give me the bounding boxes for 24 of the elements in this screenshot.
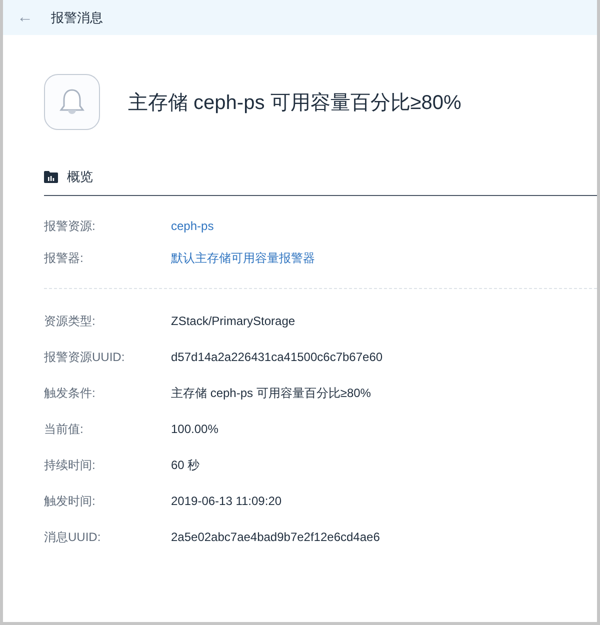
field-label: 报警资源UUID:	[44, 348, 126, 366]
field-label: 资源类型:	[44, 312, 96, 330]
field-label: 消息UUID:	[44, 528, 102, 546]
field-label: 触发条件:	[44, 384, 96, 402]
alert-title: 主存储 ceph-ps 可用容量百分比≥80%	[128, 90, 462, 116]
field-label: 报警资源:	[44, 218, 96, 234]
field-value: d57d14a2a226431ca41500c6c7b67e60	[171, 350, 383, 364]
section-title: 概览	[67, 168, 93, 186]
field-value: 2019-06-13 11:09:20	[171, 494, 282, 508]
value-link[interactable]: ceph-ps	[171, 219, 214, 233]
field-value: ZStack/PrimaryStorage	[171, 314, 296, 328]
field-label: 当前值:	[44, 420, 84, 438]
field-value: 2a5e02abc7ae4bad9b7e2f12e6cd4ae6	[171, 530, 380, 544]
bell-icon	[44, 74, 100, 130]
back-button[interactable]: ←	[13, 8, 37, 26]
field-value: 60 秒	[171, 456, 200, 474]
field-value: 主存储 ceph-ps 可用容量百分比≥80%	[171, 384, 371, 402]
field-label: 报警器:	[44, 250, 84, 266]
page-title: 报警消息	[51, 8, 103, 26]
field-label: 持续时间:	[44, 456, 96, 474]
value-link[interactable]: 默认主存储可用容量报警器	[171, 250, 315, 266]
field-label: 触发时间:	[44, 492, 96, 510]
field-value: 100.00%	[171, 422, 218, 436]
folder-chart-icon	[44, 171, 58, 183]
